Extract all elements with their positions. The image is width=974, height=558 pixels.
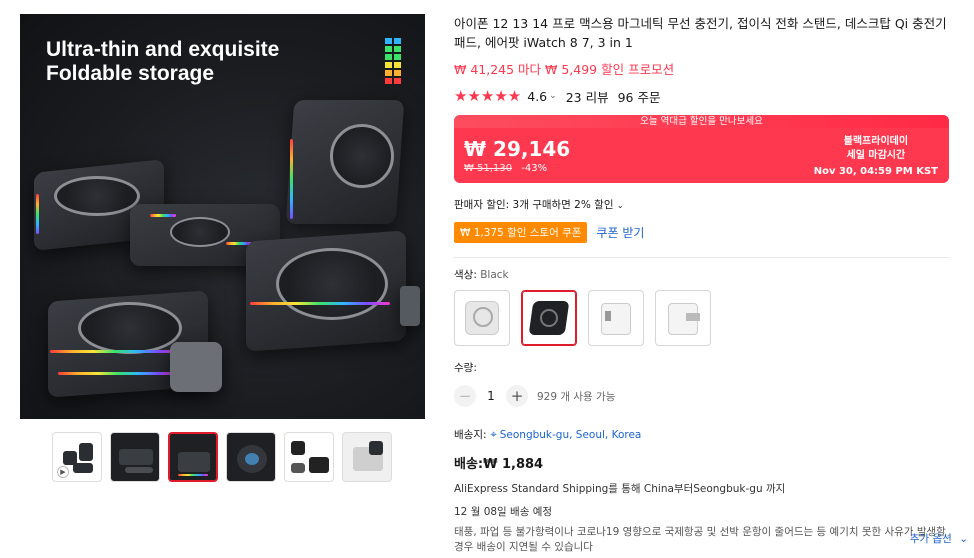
divider bbox=[454, 257, 950, 258]
thumbnail-4[interactable] bbox=[226, 432, 276, 482]
star-rating-icon: ★★★★★ bbox=[454, 87, 522, 105]
swatch-adapter-1[interactable] bbox=[588, 290, 644, 346]
thumbnail-video[interactable]: ▶ bbox=[52, 432, 102, 482]
hero-headline-line2: Foldable storage bbox=[46, 62, 215, 85]
ship-to-location-link[interactable]: Seongbuk-gu, Seoul, Korea bbox=[500, 429, 642, 441]
original-price: ₩ 51,130 bbox=[464, 163, 513, 174]
thumbnail-3-selected[interactable] bbox=[168, 432, 218, 482]
product-info-panel: 아이폰 12 13 14 프로 맥스용 마그네틱 무선 충전기, 접이식 전화 … bbox=[454, 14, 950, 555]
promo-text: ₩ 41,245 마다 ₩ 5,499 할인 프로모션 bbox=[454, 62, 675, 77]
led-bars-graphic bbox=[385, 38, 401, 84]
swatch-black-charger[interactable] bbox=[521, 290, 577, 346]
thumbnail-5[interactable] bbox=[284, 432, 334, 482]
product-title: 아이폰 12 13 14 프로 맥스용 마그네틱 무선 충전기, 접이식 전화 … bbox=[454, 16, 947, 50]
swatch-adapter-2[interactable] bbox=[655, 290, 711, 346]
chevron-down-icon[interactable]: ⌄ bbox=[549, 91, 557, 101]
quantity-value[interactable]: 1 bbox=[476, 389, 506, 403]
discount-percent: -43% bbox=[521, 163, 548, 174]
original-price-row: ₩ 51,130 -43% bbox=[464, 163, 547, 174]
main-product-image[interactable]: Ultra-thin and exquisite Foldable storag… bbox=[20, 14, 425, 419]
order-count: 96 주문 bbox=[617, 89, 661, 105]
thumbnail-6[interactable] bbox=[342, 432, 392, 482]
event-end-date: Nov 30, 04:59 PM KST bbox=[813, 166, 938, 177]
thumbnail-2[interactable] bbox=[110, 432, 160, 482]
hero-headline-line1: Ultra-thin and exquisite bbox=[46, 38, 280, 61]
selected-color-value: Black bbox=[480, 269, 509, 281]
chevron-down-icon: ⌄ bbox=[959, 533, 968, 545]
more-options-label: 추가 옵션 bbox=[909, 533, 952, 545]
hero-headline: Ultra-thin and exquisite Foldable storag… bbox=[46, 38, 279, 86]
shipping-method: AliExpress Standard Shipping를 통해 China부터… bbox=[454, 483, 786, 495]
review-count[interactable]: 23 리뷰 bbox=[566, 87, 609, 106]
play-icon: ▶ bbox=[57, 466, 69, 478]
event-countdown: 블랙프라이데이 세일 마감시간 Nov 30, 04:59 PM KST bbox=[814, 135, 938, 179]
event-ends-label: 세일 마감시간 bbox=[846, 150, 906, 161]
shipping-notice: 태풍, 파업 등 불가항력이나 코로나19 영향으로 국제항공 및 선박 운항이… bbox=[454, 526, 946, 553]
more-options-link[interactable]: 추가 옵션 ⌄ bbox=[910, 531, 968, 546]
rating-row: ★★★★★ 4.6 ⌄ 23 리뷰 96 주문 bbox=[454, 87, 950, 106]
decrease-quantity-button[interactable]: − bbox=[454, 385, 476, 407]
color-label: 색상: bbox=[454, 269, 477, 281]
chevron-down-icon: ⌄ bbox=[616, 201, 624, 210]
price-banner-headline: 오늘 역대급 할인을 만나보세요 bbox=[454, 115, 949, 128]
color-swatches bbox=[454, 290, 950, 346]
thumbnail-strip: ▶ bbox=[52, 432, 392, 482]
ship-to-label: 배송지: bbox=[454, 429, 487, 441]
coupon-row: ₩ 1,375 할인 스토어 쿠폰 쿠폰 받기 bbox=[454, 221, 950, 243]
event-name: 블랙프라이데이 bbox=[843, 136, 909, 147]
shipping-cost: 배송:₩ 1,884 bbox=[454, 457, 544, 472]
location-pin-icon: ⌖ bbox=[490, 427, 497, 441]
ship-to-row: 배송지: ⌖ Seongbuk-gu, Seoul, Korea bbox=[454, 427, 950, 442]
increase-quantity-button[interactable]: + bbox=[506, 385, 528, 407]
get-coupon-link[interactable]: 쿠폰 받기 bbox=[596, 224, 644, 241]
available-stock: 929 개 사용 가능 bbox=[537, 390, 616, 403]
quantity-label: 수량: bbox=[454, 362, 477, 374]
seller-discount[interactable]: 판매자 할인: 3개 구매하면 2% 할인 ⌄ bbox=[454, 197, 950, 212]
store-coupon-tag[interactable]: ₩ 1,375 할인 스토어 쿠폰 bbox=[454, 221, 588, 243]
current-price: ₩ 29,146 bbox=[464, 137, 571, 161]
quantity-stepper: − 1 + 929 개 사용 가능 bbox=[454, 385, 950, 407]
color-label-row: 색상: Black bbox=[454, 267, 950, 282]
price-banner: 오늘 역대급 할인을 만나보세요 ₩ 29,146 ₩ 51,130 -43% … bbox=[454, 115, 949, 183]
swatch-white-charger[interactable] bbox=[454, 290, 510, 346]
delivery-estimate: 12 월 08일 배송 예정 bbox=[454, 506, 553, 518]
seller-discount-label: 판매자 할인: 3개 구매하면 2% 할인 bbox=[454, 199, 614, 211]
rating-value[interactable]: 4.6 bbox=[527, 89, 547, 104]
